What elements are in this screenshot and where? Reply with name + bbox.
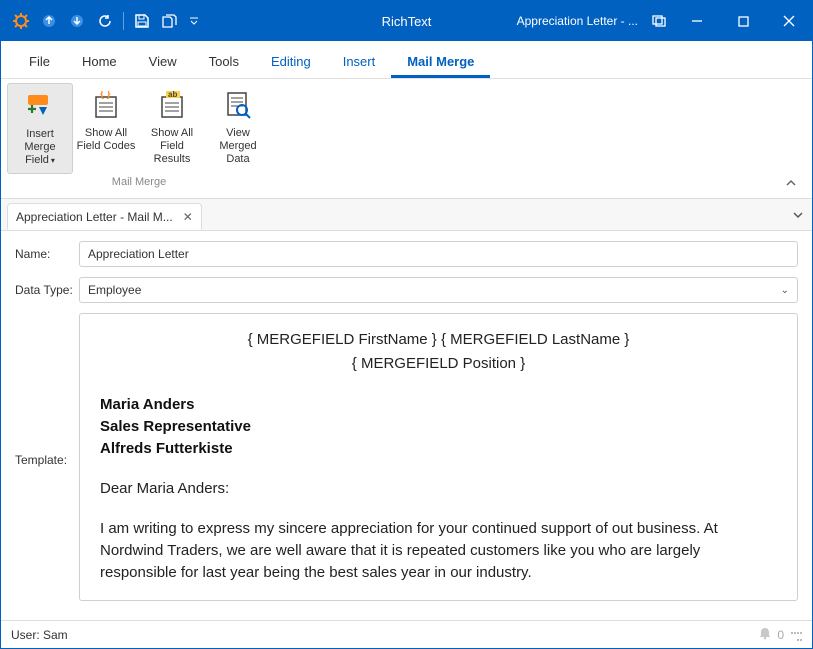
window-controls (674, 1, 812, 41)
field-results-icon: ab (156, 89, 188, 121)
menu-home[interactable]: Home (66, 46, 133, 78)
view-merged-data-button[interactable]: View MergedData (205, 83, 271, 174)
rbtn-label: Insert (26, 128, 54, 140)
tab-dropdown-button[interactable] (784, 199, 812, 230)
data-type-select[interactable]: Employee ⌄ (79, 277, 798, 303)
download-icon[interactable] (63, 1, 91, 41)
menu-editing[interactable]: Editing (255, 46, 327, 78)
insert-merge-field-icon (24, 90, 56, 122)
mergefield-line: { MERGEFIELD Position } (100, 352, 777, 376)
resize-grip-icon[interactable] (790, 629, 802, 641)
rbtn-label: View Merged (219, 127, 256, 152)
show-all-field-codes-button[interactable]: { } Show AllField Codes (73, 83, 139, 174)
menu-view[interactable]: View (133, 46, 193, 78)
mergefield-line: { MERGEFIELD FirstName } { MERGEFIELD La… (100, 328, 777, 352)
rbtn-label: Field Results (154, 140, 191, 165)
form-area: Name: Data Type: Employee ⌄ Template: { … (1, 231, 812, 609)
template-label: Template: (15, 313, 79, 467)
rbtn-label: Show All (151, 127, 193, 139)
status-user: User: Sam (11, 628, 68, 642)
chevron-down-icon: ⌄ (781, 285, 789, 296)
menu-bar: File Home View Tools Editing Insert Mail… (1, 41, 812, 79)
ribbon-collapse-button[interactable] (784, 176, 800, 192)
document-tab-label: Appreciation Letter - Mail M... (16, 210, 173, 224)
refresh-icon[interactable] (91, 1, 119, 41)
minimize-button[interactable] (674, 1, 720, 41)
title-bar: RichText Appreciation Letter - ... (1, 1, 812, 41)
name-input[interactable] (79, 241, 798, 267)
separator (123, 12, 124, 30)
ribbon-group-mail-merge: InsertMerge Field▾ { } Show AllField Cod… (1, 79, 278, 198)
upload-icon[interactable] (35, 1, 63, 41)
name-label: Name: (15, 247, 79, 261)
save-icon[interactable] (128, 1, 156, 41)
window-list-icon[interactable] (644, 1, 674, 41)
template-bold-line: Sales Representative (100, 416, 777, 438)
close-tab-icon[interactable]: ✕ (183, 210, 193, 224)
save-all-icon[interactable] (156, 1, 184, 41)
template-body: I am writing to express my sincere appre… (100, 518, 777, 584)
template-bold-line: Maria Anders (100, 394, 777, 416)
notification-count: 0 (777, 628, 784, 642)
rbtn-label: Data (226, 153, 249, 165)
status-bar: User: Sam 0 (1, 620, 812, 648)
view-merged-data-icon (222, 89, 254, 121)
template-bold-line: Alfreds Futterkiste (100, 438, 777, 460)
bell-icon[interactable] (759, 627, 771, 643)
quick-access-toolbar (1, 1, 204, 41)
rbtn-label: Field Codes (77, 140, 136, 152)
menu-tools[interactable]: Tools (193, 46, 255, 78)
template-greeting: Dear Maria Anders: (100, 478, 777, 500)
gear-icon[interactable] (7, 1, 35, 41)
svg-text:{ }: { } (100, 91, 111, 100)
data-type-value: Employee (88, 283, 141, 297)
show-all-field-results-button[interactable]: ab Show AllField Results (139, 83, 205, 174)
menu-mail-merge[interactable]: Mail Merge (391, 46, 490, 78)
document-tab-bar: Appreciation Letter - Mail M... ✕ (1, 199, 812, 231)
quick-customize-icon[interactable] (184, 1, 204, 41)
ribbon: InsertMerge Field▾ { } Show AllField Cod… (1, 79, 812, 199)
document-tab[interactable]: Appreciation Letter - Mail M... ✕ (7, 203, 202, 230)
insert-merge-field-button[interactable]: InsertMerge Field▾ (7, 83, 73, 174)
menu-file[interactable]: File (13, 46, 66, 78)
maximize-button[interactable] (720, 1, 766, 41)
template-editor[interactable]: { MERGEFIELD FirstName } { MERGEFIELD La… (79, 313, 798, 601)
ribbon-group-title: Mail Merge (7, 174, 271, 190)
field-codes-icon: { } (90, 89, 122, 121)
menu-insert[interactable]: Insert (327, 46, 392, 78)
chevron-down-icon: ▾ (51, 156, 55, 165)
document-title: Appreciation Letter - ... (517, 14, 638, 28)
data-type-label: Data Type: (15, 283, 79, 297)
close-button[interactable] (766, 1, 812, 41)
svg-text:ab: ab (168, 91, 177, 99)
rbtn-label: Show All (85, 127, 127, 139)
